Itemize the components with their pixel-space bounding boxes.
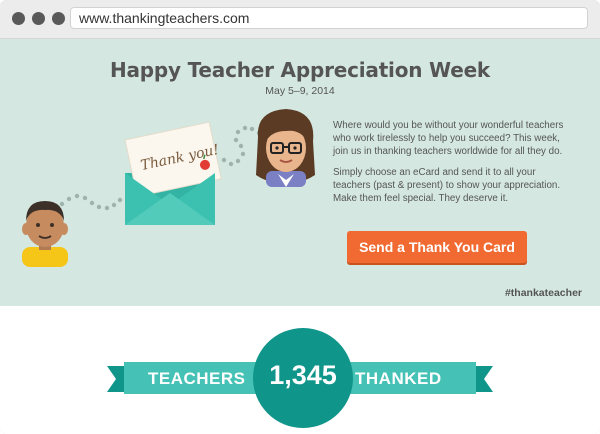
browser-chrome: www.thankingteachers.com (0, 0, 600, 39)
hero-section: Thank you! Happy Teacher Appreciation We… (0, 39, 600, 306)
dotted-path-left (59, 193, 123, 211)
thanked-count: 1,345 (269, 360, 337, 390)
student-avatar-icon (22, 201, 68, 267)
intro-paragraph: Where would you be without your wonderfu… (333, 120, 564, 157)
hashtag-link[interactable]: #thankateacher (505, 287, 582, 299)
dotted-path-right (221, 125, 262, 167)
teacher-avatar-icon (256, 109, 315, 187)
page-title: Happy Teacher Appreciation Week (109, 58, 491, 82)
envelope-card-icon: Thank you! (124, 121, 222, 225)
instruction-paragraph: Simply choose an eCard and send it to al… (333, 167, 561, 204)
address-bar[interactable]: www.thankingteachers.com (70, 7, 588, 29)
window-maximize-dot-icon[interactable] (52, 12, 65, 25)
event-date: May 5–9, 2014 (265, 85, 335, 97)
counter-section: TEACHERS 1,345 THANKED (0, 306, 600, 434)
browser-window: www.thankingteachers.com Thank you! Happ… (0, 0, 600, 434)
teachers-label: TEACHERS (148, 369, 246, 388)
thanked-label: THANKED (355, 369, 442, 388)
window-close-dot-icon[interactable] (12, 12, 25, 25)
window-minimize-dot-icon[interactable] (32, 12, 45, 25)
send-thank-you-card-button[interactable]: Send a Thank You Card (347, 231, 527, 263)
